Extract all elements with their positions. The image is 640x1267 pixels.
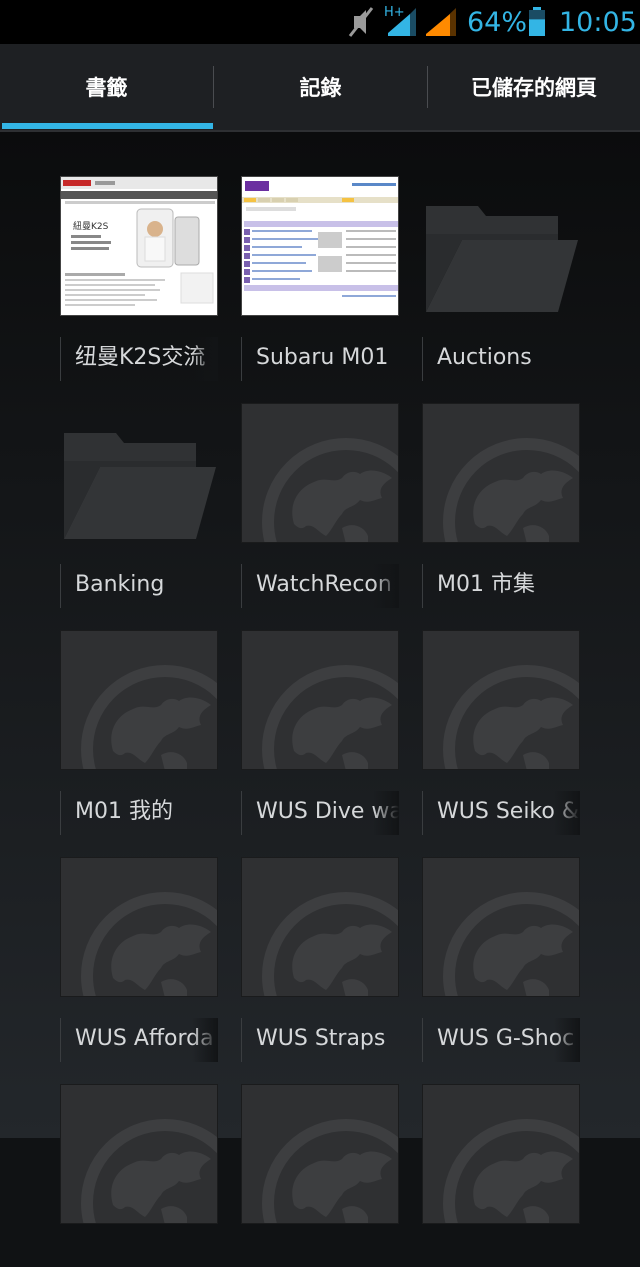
folder-icon: [422, 176, 580, 316]
globe-icon: [241, 1084, 399, 1224]
tab-bookmarks[interactable]: 書籤: [0, 44, 213, 130]
thumbnail-title: 紐曼K2S: [73, 220, 109, 232]
battery-icon: [529, 7, 545, 36]
globe-icon: [241, 630, 399, 770]
globe-icon: [60, 630, 218, 770]
tab-label: 書籤: [85, 76, 128, 100]
bookmark-item[interactable]: WUS Straps: [241, 813, 399, 1062]
globe-icon: [60, 857, 218, 997]
clock: 10:05: [559, 7, 637, 38]
bookmark-item[interactable]: Subaru M01: [241, 132, 399, 381]
signal-icon: [426, 8, 456, 36]
bookmark-folder[interactable]: Banking: [60, 359, 218, 608]
globe-icon: [422, 630, 580, 770]
bookmark-folder[interactable]: Auctions: [422, 132, 580, 381]
bookmark-item[interactable]: M01 我的: [60, 586, 218, 835]
bookmark-item[interactable]: [422, 1040, 580, 1267]
globe-icon: [241, 403, 399, 543]
bookmark-item[interactable]: [60, 1040, 218, 1267]
battery-percent: 64%: [467, 7, 528, 38]
bookmark-item[interactable]: WUS Afforda: [60, 813, 218, 1062]
bookmark-item[interactable]: WUS Seiko &: [422, 586, 580, 835]
globe-icon: [241, 857, 399, 997]
page-thumbnail: [241, 176, 399, 316]
globe-icon: [60, 1084, 218, 1224]
selected-tab-indicator: [2, 123, 213, 129]
bookmark-item[interactable]: WatchRecon: [241, 359, 399, 608]
tab-history[interactable]: 記錄: [214, 44, 427, 130]
page-thumbnail: 紐曼K2S: [60, 176, 218, 316]
status-bar: H+ 64% 10:05: [0, 0, 640, 44]
hplus-signal-icon: H+: [384, 5, 416, 36]
tab-bar: 書籤 記錄 已儲存的網頁: [0, 44, 640, 132]
globe-icon: [422, 857, 580, 997]
tab-saved-pages[interactable]: 已儲存的網頁: [428, 44, 640, 130]
globe-icon: [422, 403, 580, 543]
tab-label: 記錄: [299, 76, 342, 100]
bookmark-item[interactable]: WUS Dive wa: [241, 586, 399, 835]
tab-label: 已儲存的網頁: [471, 76, 597, 100]
bookmark-item[interactable]: M01 市集: [422, 359, 580, 608]
bookmark-item[interactable]: [241, 1040, 399, 1267]
mute-icon: [348, 7, 374, 37]
bookmark-grid: 紐曼K2S 纽曼K2S交流 Subaru M01 Auctions Bankin…: [0, 132, 640, 1224]
bookmark-item[interactable]: WUS G-Shoc: [422, 813, 580, 1062]
bookmark-item[interactable]: 紐曼K2S 纽曼K2S交流: [60, 132, 218, 381]
folder-icon: [60, 403, 218, 543]
globe-icon: [422, 1084, 580, 1224]
network-type: H+: [384, 5, 405, 20]
